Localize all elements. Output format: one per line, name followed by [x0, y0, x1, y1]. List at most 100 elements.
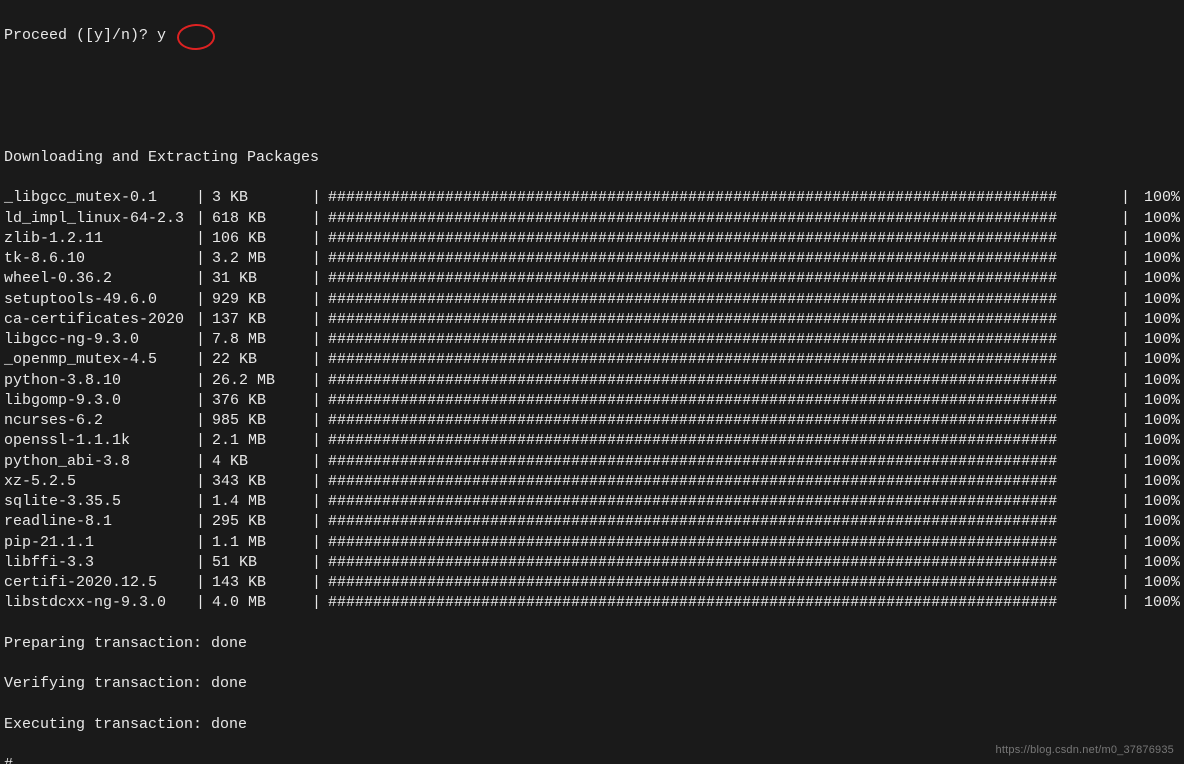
separator: | — [196, 350, 212, 370]
package-size: 985 KB — [212, 411, 312, 431]
package-size: 1.1 MB — [212, 533, 312, 553]
progress-bar: ########################################… — [328, 411, 1110, 431]
separator: | — [1110, 209, 1134, 229]
separator: | — [1110, 290, 1134, 310]
separator: | — [312, 229, 328, 249]
separator: | — [1110, 533, 1134, 553]
package-name: readline-8.1 — [4, 512, 196, 532]
separator: | — [312, 391, 328, 411]
package-row: libgcc-ng-9.3.0| 7.8 MB| ###############… — [4, 330, 1180, 350]
separator: | — [1110, 431, 1134, 451]
percent-complete: 100% — [1134, 209, 1180, 229]
download-header: Downloading and Extracting Packages — [4, 148, 1180, 168]
package-row: ld_impl_linux-64-2.3| 618 KB| ##########… — [4, 209, 1180, 229]
package-name: ncurses-6.2 — [4, 411, 196, 431]
separator: | — [1110, 573, 1134, 593]
package-size: 31 KB — [212, 269, 312, 289]
separator: | — [312, 249, 328, 269]
progress-bar: ########################################… — [328, 452, 1110, 472]
terminal-output[interactable]: Proceed ([y]/n)? y Downloading and Extra… — [0, 0, 1184, 764]
separator: | — [312, 209, 328, 229]
percent-complete: 100% — [1134, 472, 1180, 492]
percent-complete: 100% — [1134, 269, 1180, 289]
percent-complete: 100% — [1134, 512, 1180, 532]
progress-bar: ########################################… — [328, 472, 1110, 492]
separator: | — [196, 533, 212, 553]
prompt-text: Proceed ([y]/n)? — [4, 27, 157, 44]
package-row: readline-8.1| 295 KB| ##################… — [4, 512, 1180, 532]
separator: | — [196, 593, 212, 613]
package-size: 343 KB — [212, 472, 312, 492]
package-name: sqlite-3.35.5 — [4, 492, 196, 512]
separator: | — [196, 492, 212, 512]
blank-line — [4, 67, 1180, 87]
separator: | — [1110, 330, 1134, 350]
separator: | — [1110, 472, 1134, 492]
progress-bar: ########################################… — [328, 593, 1110, 613]
separator: | — [312, 411, 328, 431]
package-size: 3.2 MB — [212, 249, 312, 269]
separator: | — [196, 411, 212, 431]
separator: | — [312, 553, 328, 573]
progress-bar: ########################################… — [328, 371, 1110, 391]
package-size: 929 KB — [212, 290, 312, 310]
separator: | — [196, 431, 212, 451]
package-row: certifi-2020.12.5| 143 KB| #############… — [4, 573, 1180, 593]
separator: | — [1110, 350, 1134, 370]
package-name: python-3.8.10 — [4, 371, 196, 391]
progress-bar: ########################################… — [328, 431, 1110, 451]
user-input: y — [157, 27, 166, 44]
separator: | — [196, 269, 212, 289]
progress-bar: ########################################… — [328, 553, 1110, 573]
package-row: python_abi-3.8| 4 KB| ##################… — [4, 452, 1180, 472]
package-name: ld_impl_linux-64-2.3 — [4, 209, 196, 229]
separator: | — [312, 573, 328, 593]
separator: | — [196, 573, 212, 593]
separator: | — [196, 553, 212, 573]
status-preparing: Preparing transaction: done — [4, 634, 1180, 654]
package-row: ncurses-6.2| 985 KB| ###################… — [4, 411, 1180, 431]
package-row: wheel-0.36.2| 31 KB| ###################… — [4, 269, 1180, 289]
package-name: zlib-1.2.11 — [4, 229, 196, 249]
package-size: 4 KB — [212, 452, 312, 472]
progress-bar: ########################################… — [328, 533, 1110, 553]
package-name: libstdcxx-ng-9.3.0 — [4, 593, 196, 613]
package-name: _libgcc_mutex-0.1 — [4, 188, 196, 208]
package-row: xz-5.2.5| 343 KB| ######################… — [4, 472, 1180, 492]
package-row: zlib-1.2.11| 106 KB| ###################… — [4, 229, 1180, 249]
package-name: libgomp-9.3.0 — [4, 391, 196, 411]
package-name: openssl-1.1.1k — [4, 431, 196, 451]
package-size: 1.4 MB — [212, 492, 312, 512]
package-size: 143 KB — [212, 573, 312, 593]
percent-complete: 100% — [1134, 330, 1180, 350]
package-size: 26.2 MB — [212, 371, 312, 391]
percent-complete: 100% — [1134, 431, 1180, 451]
separator: | — [196, 310, 212, 330]
progress-bar: ########################################… — [328, 330, 1110, 350]
package-size: 618 KB — [212, 209, 312, 229]
separator: | — [196, 371, 212, 391]
package-size: 22 KB — [212, 350, 312, 370]
package-size: 295 KB — [212, 512, 312, 532]
package-name: pip-21.1.1 — [4, 533, 196, 553]
separator: | — [196, 229, 212, 249]
package-size: 2.1 MB — [212, 431, 312, 451]
prompt-line: Proceed ([y]/n)? y — [4, 26, 1180, 46]
package-row: libgomp-9.3.0| 376 KB| #################… — [4, 391, 1180, 411]
progress-bar: ########################################… — [328, 492, 1110, 512]
separator: | — [312, 310, 328, 330]
package-row: sqlite-3.35.5| 1.4 MB| #################… — [4, 492, 1180, 512]
package-row: _openmp_mutex-4.5| 22 KB| ##############… — [4, 350, 1180, 370]
separator: | — [1110, 269, 1134, 289]
separator: | — [196, 391, 212, 411]
package-name: ca-certificates-2020 — [4, 310, 196, 330]
package-name: libgcc-ng-9.3.0 — [4, 330, 196, 350]
package-name: xz-5.2.5 — [4, 472, 196, 492]
percent-complete: 100% — [1134, 533, 1180, 553]
percent-complete: 100% — [1134, 310, 1180, 330]
annotation-circle — [177, 24, 216, 51]
separator: | — [1110, 391, 1134, 411]
separator: | — [196, 249, 212, 269]
package-size: 376 KB — [212, 391, 312, 411]
separator: | — [312, 533, 328, 553]
